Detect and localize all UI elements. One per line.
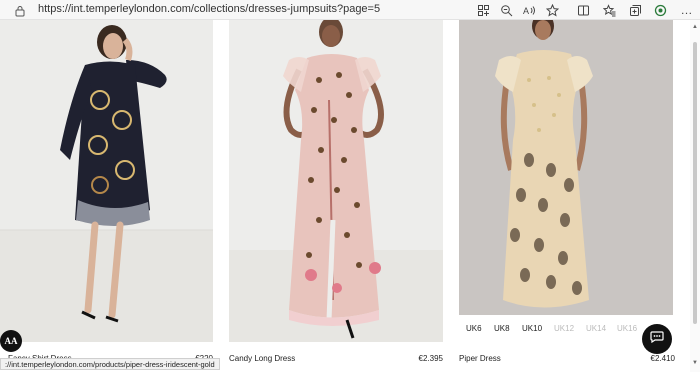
product-card-fancy-shirt-dress[interactable]: Fancy Shirt Dress €220 xyxy=(0,20,213,372)
product-image-piper-dress[interactable] xyxy=(459,20,673,315)
chat-button[interactable] xyxy=(642,324,672,354)
scroll-down-arrow-icon[interactable]: ▼ xyxy=(692,360,698,366)
chat-bubble-icon xyxy=(650,330,664,348)
read-aloud-icon[interactable]: A xyxy=(521,2,537,18)
zoom-icon[interactable] xyxy=(498,2,514,18)
accessibility-label: AA xyxy=(4,336,18,346)
link-status-bar: ://int.temperleylondon.com/products/pipe… xyxy=(0,358,220,370)
product-name[interactable]: Piper Dress xyxy=(459,354,501,363)
page-scrollbar[interactable]: ▲ ▼ xyxy=(690,20,700,372)
favorite-star-icon[interactable] xyxy=(544,2,560,18)
favorites-icon[interactable] xyxy=(601,2,617,18)
scroll-up-arrow-icon[interactable]: ▲ xyxy=(692,24,698,30)
extension-icon[interactable] xyxy=(652,2,668,18)
product-card-piper-dress[interactable]: UK6 UK8 UK10 UK12 UK14 UK16 Piper Dress … xyxy=(459,20,683,372)
collections-icon[interactable] xyxy=(627,2,643,18)
size-option-uk12[interactable]: UK12 xyxy=(554,324,574,333)
size-option-uk6[interactable]: UK6 xyxy=(466,324,482,333)
split-screen-icon[interactable] xyxy=(575,2,591,18)
size-option-uk10[interactable]: UK10 xyxy=(522,324,542,333)
size-option-uk16[interactable]: UK16 xyxy=(617,324,637,333)
product-card-candy-long-dress[interactable]: Candy Long Dress €2.395 xyxy=(229,20,443,372)
size-option-uk14[interactable]: UK14 xyxy=(586,324,606,333)
browser-toolbar: https://int.temperleylondon.com/collecti… xyxy=(0,0,700,20)
address-bar-url[interactable]: https://int.temperleylondon.com/collecti… xyxy=(38,3,380,15)
product-image-fancy-shirt-dress[interactable] xyxy=(0,20,213,342)
size-option-uk8[interactable]: UK8 xyxy=(494,324,510,333)
svg-text:A: A xyxy=(523,6,529,16)
product-price: €2.395 xyxy=(418,354,443,363)
product-image-candy-long-dress[interactable] xyxy=(229,20,443,342)
app-available-icon[interactable] xyxy=(475,2,491,18)
product-price: €2.410 xyxy=(650,354,675,363)
lock-icon[interactable] xyxy=(14,4,26,17)
product-name[interactable]: Candy Long Dress xyxy=(229,354,295,363)
more-options-icon[interactable]: … xyxy=(679,2,695,18)
accessibility-button[interactable]: AA xyxy=(0,330,22,352)
scroll-thumb[interactable] xyxy=(693,42,697,324)
